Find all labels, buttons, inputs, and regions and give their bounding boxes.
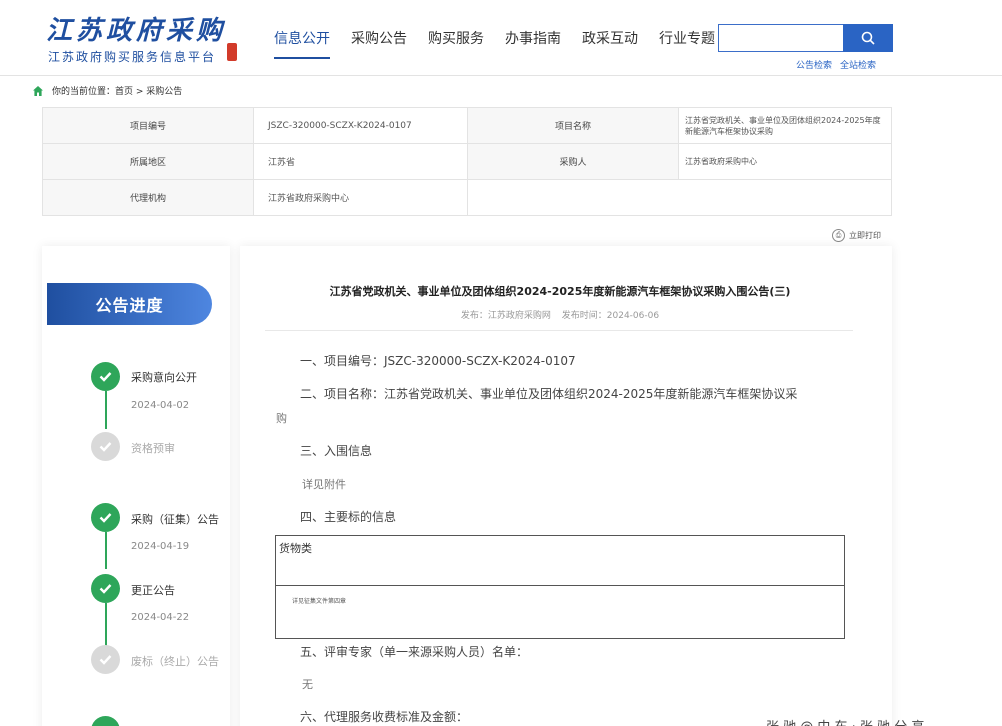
section-project-name: 二、项目名称：江苏省党政机关、事业单位及团体组织2024-2025年度新能源汽车… <box>300 387 798 401</box>
print-icon: ⎙ <box>832 229 845 242</box>
home-icon <box>33 85 43 96</box>
site-search-link[interactable]: 全站检索 <box>840 61 876 71</box>
buyer-value: 江苏省政府采购中心 <box>678 143 892 180</box>
logo-seal-icon <box>227 43 237 61</box>
goods-table-note: 详见征集文件第四章 <box>292 598 347 605</box>
project-no-value: JSZC-320000-SCZX-K2024-0107 <box>253 107 468 144</box>
publisher: 发布：江苏政府采购网 <box>460 311 551 321</box>
step-name: 废标（终止）公告 <box>131 655 219 668</box>
step-name: 资格预审 <box>131 442 175 455</box>
table-row: 项目编号 JSZC-320000-SCZX-K2024-0107 项目名称 江苏… <box>42 107 892 144</box>
step-date: 2024-04-02 <box>131 400 190 411</box>
step-name[interactable]: 采购（征集）公告 <box>131 511 219 527</box>
site-header: 江苏政府采购 江苏政府购买服务信息平台 信息公开 采购公告 购买服务 办事指南 … <box>0 0 1002 76</box>
step-check-icon <box>91 574 120 603</box>
nav-item-industry-topics[interactable]: 行业专题 <box>659 28 715 59</box>
print-label: 立即打印 <box>849 231 881 240</box>
nav-item-info-disclosure[interactable]: 信息公开 <box>274 28 330 59</box>
notice-search-link[interactable]: 公告检索 <box>796 61 832 71</box>
notice-document: 江苏省党政机关、事业单位及团体组织2024-2025年度新能源汽车框架协议采购入… <box>240 246 892 726</box>
main-nav: 信息公开 采购公告 购买服务 办事指南 政采互动 行业专题 <box>274 28 736 59</box>
progress-title: 公告进度 <box>47 283 212 325</box>
progress-connector <box>105 391 107 429</box>
project-name-label: 项目名称 <box>467 107 679 144</box>
table-row: 所属地区 江苏省 采购人 江苏省政府采购中心 <box>42 143 892 180</box>
region-value: 江苏省 <box>253 143 468 180</box>
section-project-name-cont: 购 <box>276 412 287 425</box>
region-label: 所属地区 <box>42 143 254 180</box>
goods-table-header: 货物类 <box>276 536 844 586</box>
section-heading: 六、代理服务收费标准及金额： <box>300 710 469 724</box>
step-date: 2024-04-22 <box>131 612 190 623</box>
document-meta: 发布：江苏政府采购网 发布时间：2024-06-06 <box>240 308 880 321</box>
step-name[interactable]: 更正公告 <box>131 582 175 598</box>
section-heading: 五、评审专家（单一来源采购人员）名单： <box>300 645 529 659</box>
section-project-no: 一、项目编号：JSZC-320000-SCZX-K2024-0107 <box>300 354 576 368</box>
step-name[interactable]: 采购意向公开 <box>131 369 197 385</box>
search-box <box>718 24 843 52</box>
agency-label: 代理机构 <box>42 179 254 216</box>
search-button[interactable] <box>843 24 893 52</box>
step-check-icon <box>91 716 120 726</box>
step-pending-icon <box>91 432 120 461</box>
section-heading: 四、主要标的信息 <box>300 510 397 524</box>
nav-item-interaction[interactable]: 政采互动 <box>582 28 638 59</box>
breadcrumb-prefix: 你的当前位置： <box>52 87 116 97</box>
section-heading: 三、入围信息 <box>300 444 373 458</box>
nav-item-procurement-notices[interactable]: 采购公告 <box>351 28 407 59</box>
project-no-label: 项目编号 <box>42 107 254 144</box>
progress-connector <box>105 603 107 646</box>
breadcrumb-path[interactable]: 首页 > 采购公告 <box>115 84 182 97</box>
document-title: 江苏省党政机关、事业单位及团体组织2024-2025年度新能源汽车框架协议采购入… <box>329 285 791 298</box>
project-name-value: 江苏省党政机关、事业单位及团体组织2024-2025年度新能源汽车框架协议采购 <box>678 107 892 144</box>
nav-item-purchase-services[interactable]: 购买服务 <box>428 28 484 59</box>
buyer-label: 采购人 <box>467 143 679 180</box>
progress-connector <box>105 532 107 569</box>
search-links: 公告检索 全站检索 <box>796 58 884 71</box>
publish-time: 发布时间：2024-06-06 <box>561 311 660 321</box>
table-row: 代理机构 江苏省政府采购中心 <box>42 179 892 216</box>
site-logo-subtitle: 江苏政府购买服务信息平台 <box>48 50 217 64</box>
nav-item-guide[interactable]: 办事指南 <box>505 28 561 59</box>
goods-table: 货物类 详见征集文件第四章 <box>275 535 845 639</box>
notice-progress-panel: 公告进度 采购意向公开 2024-04-02 资格预审 采购（征集）公告 202… <box>42 246 230 726</box>
project-info-table: 项目编号 JSZC-320000-SCZX-K2024-0107 项目名称 江苏… <box>42 107 892 216</box>
search-icon <box>861 31 875 45</box>
search-input[interactable] <box>719 25 843 51</box>
step-date: 2024-04-19 <box>131 541 190 552</box>
empty-cell <box>467 179 892 216</box>
step-pending-icon <box>91 645 120 674</box>
print-button[interactable]: ⎙ 立即打印 <box>832 229 881 242</box>
step-check-icon <box>91 362 120 391</box>
section-body: 无 <box>302 678 313 691</box>
divider <box>265 330 853 331</box>
breadcrumb: 你的当前位置： 首页 > 采购公告 <box>32 84 182 97</box>
step-check-icon <box>91 503 120 532</box>
site-logo-title[interactable]: 江苏政府采购 <box>46 10 226 47</box>
section-body: 详见附件 <box>302 478 346 491</box>
watermark-text: 张 驰 @ 中 车 · 张 驰 分 享 <box>766 716 924 726</box>
agency-value: 江苏省政府采购中心 <box>253 179 468 216</box>
